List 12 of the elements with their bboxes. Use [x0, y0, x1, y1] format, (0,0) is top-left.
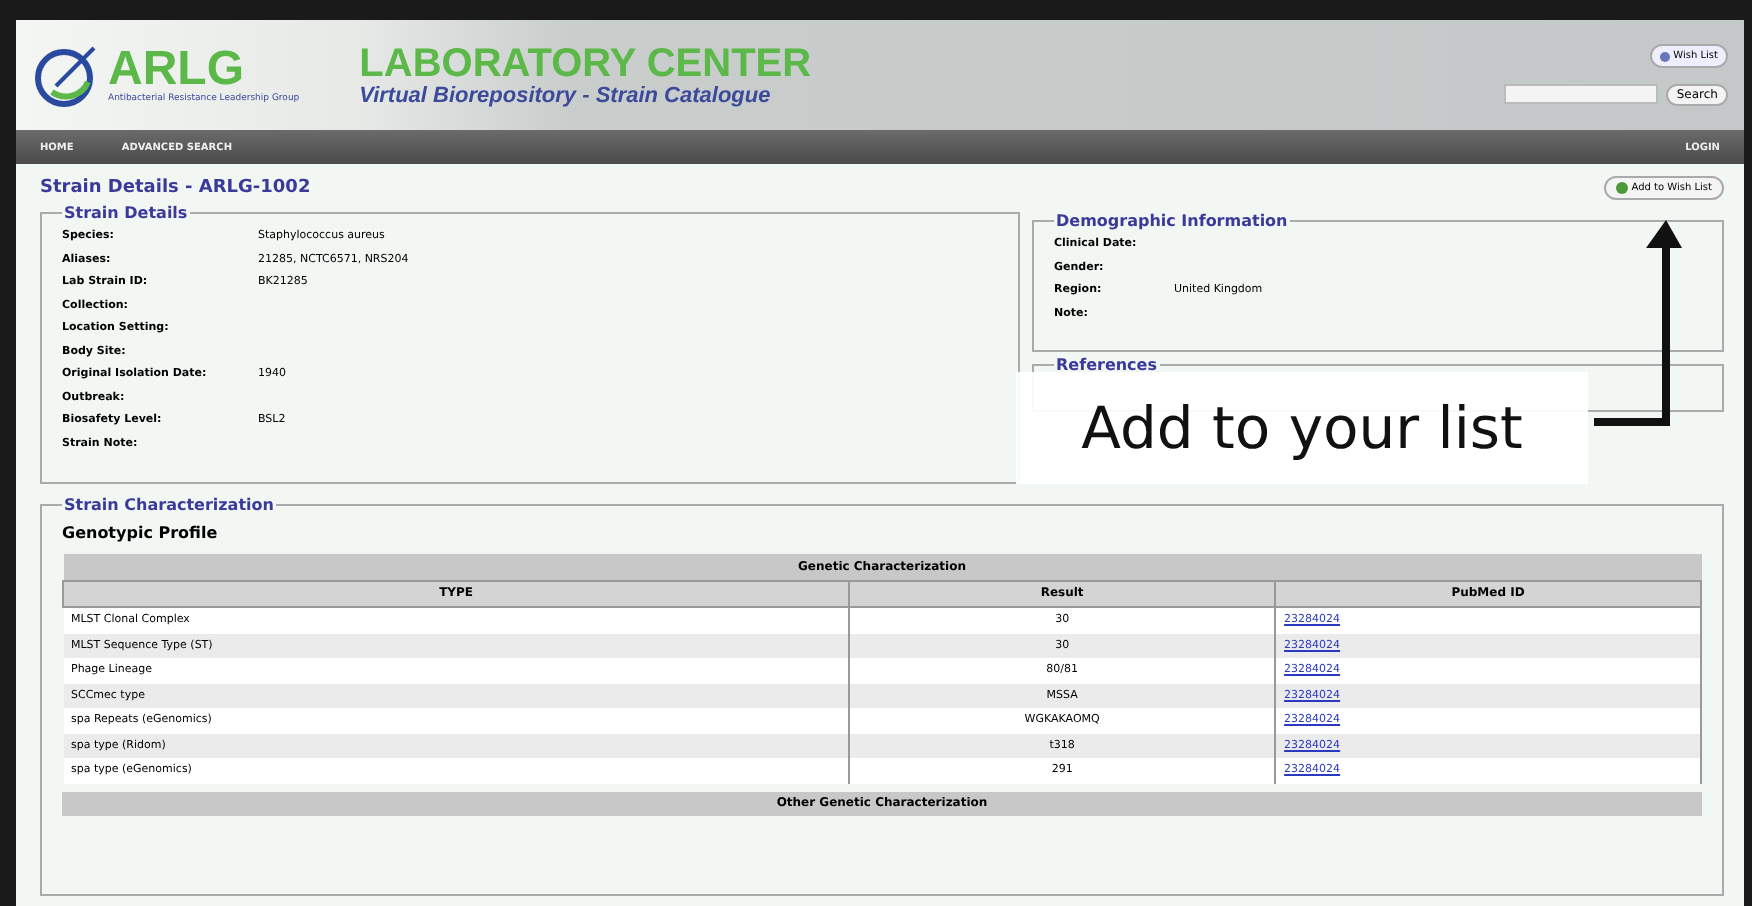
panel-legend: References: [1054, 356, 1159, 374]
logo-text: ARLG: [108, 46, 244, 94]
panel-legend: Strain Details: [62, 204, 190, 222]
page-title: Strain Details - ARLG-1002: [40, 178, 311, 198]
search-field[interactable]: [1504, 84, 1659, 104]
panel-legend: Demographic Information: [1054, 212, 1290, 230]
annotation-caption: Add to your list: [1016, 372, 1588, 484]
site-title: LABORATORY CENTER: [359, 43, 814, 83]
site-subtitle: Virtual Biorepository - Strain Catalogue: [359, 83, 773, 107]
section-heading: Genotypic Profile: [62, 524, 220, 542]
panel-legend: Strain Characterization: [62, 496, 276, 514]
logo-icon: [32, 41, 100, 109]
